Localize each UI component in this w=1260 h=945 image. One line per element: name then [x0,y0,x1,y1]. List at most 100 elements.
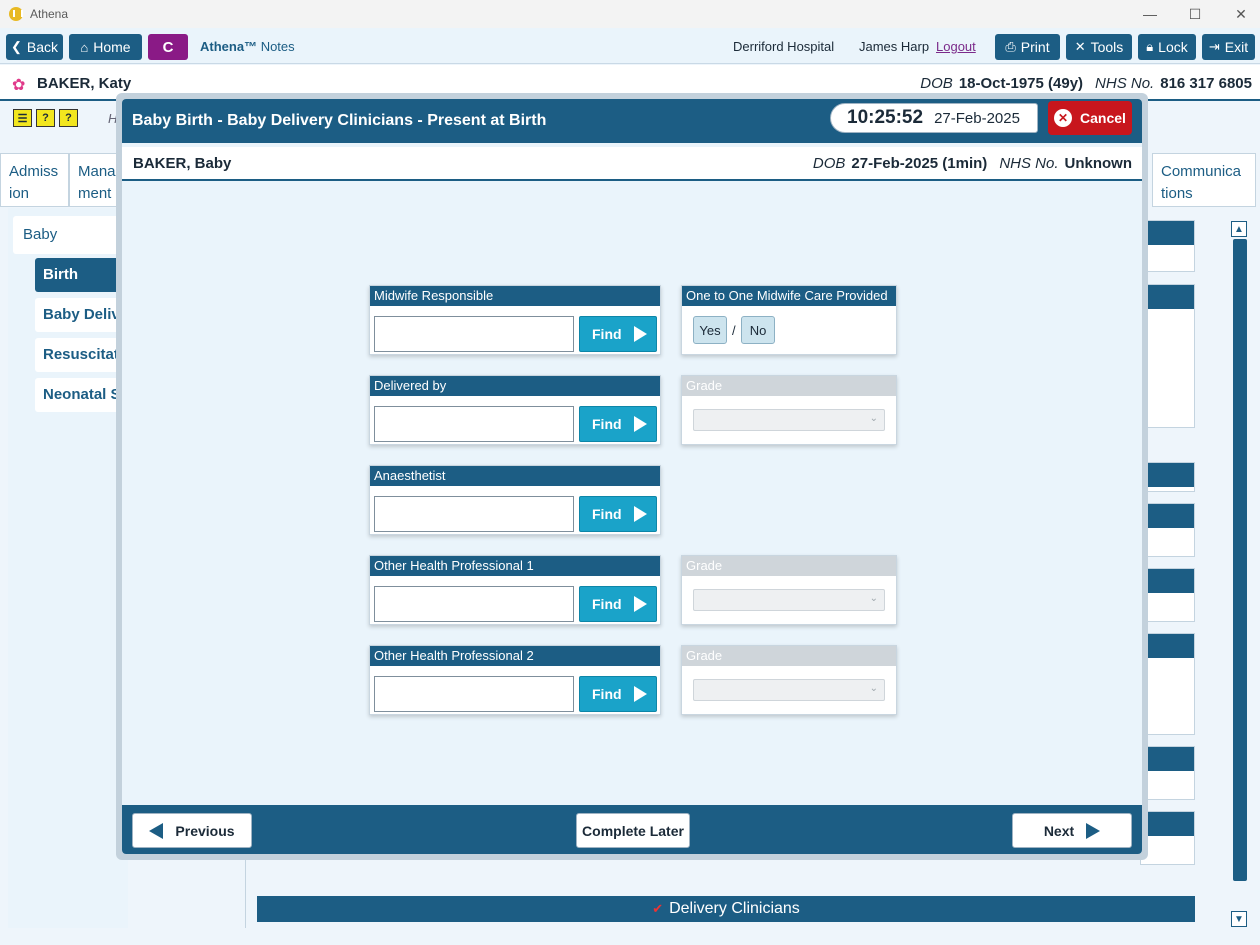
field-label: One to One Midwife Care Provided [682,286,896,306]
midwife-responsible-input[interactable] [374,316,574,352]
athena-logo-icon [9,7,23,21]
modal-footer: Previous Complete Later Next [122,805,1142,854]
anaesthetist-input[interactable] [374,496,574,532]
play-arrow-icon [633,686,647,702]
sidebar-item-neonatal[interactable]: Neonatal Summary [35,378,125,412]
section-title: Delivery Clinicians [669,900,800,917]
anaesthetist-card: Anaesthetist Find [369,465,661,535]
scroll-thumb[interactable] [1233,239,1247,881]
home-button[interactable]: ⌂ Home [69,34,142,60]
print-button[interactable]: ⎙ Print [995,34,1060,60]
minimize-button[interactable]: — [1140,4,1160,24]
background-panel [1140,746,1195,800]
previous-button[interactable]: Previous [132,813,252,848]
clock-time: 10:25:52 [847,107,924,128]
tools-icon: ✕ [1074,39,1086,54]
question-icon[interactable]: ? [59,109,78,127]
background-panel [1140,811,1195,865]
background-panel [1140,568,1195,622]
other-health-professional-2-input[interactable] [374,676,574,712]
modal-header: Baby Birth - Baby Delivery Clinicians - … [122,99,1142,143]
arrow-left-icon [149,822,164,839]
find-other-1-button[interactable]: Find [579,586,657,622]
chevron-down-icon: ⌄ [869,593,878,604]
play-arrow-icon [633,326,647,342]
exit-button[interactable]: ⇥ Exit [1202,34,1255,60]
play-arrow-icon [633,596,647,612]
field-label: Grade [682,376,896,396]
clock-display: 10:25:52 27-Feb-2025 [830,103,1038,133]
tools-button[interactable]: ✕ Tools [1066,34,1132,60]
back-button[interactable]: ❮ Back [6,34,63,60]
no-button[interactable]: No [741,316,775,344]
baby-name: BAKER, Baby [133,155,232,172]
play-arrow-icon [633,506,647,522]
other-health-professional-1-input[interactable] [374,586,574,622]
background-panel [1140,633,1195,735]
user-name: James Harp [859,39,930,54]
baby-dob: 27-Feb-2025 (1min) [851,155,988,172]
printer-icon: ⎙ [1005,39,1016,54]
background-panel [1140,462,1195,492]
baby-info: DOB 27-Feb-2025 (1min) NHS No. Unknown [813,155,1132,172]
grade-other-1-select[interactable]: ⌄ [693,589,885,611]
scroll-down-icon[interactable]: ▼ [1231,911,1247,927]
background-panel [1140,220,1195,272]
grade-delivered-select[interactable]: ⌄ [693,409,885,431]
field-label: Other Health Professional 2 [370,646,660,666]
maximize-button[interactable]: ☐ [1185,4,1205,24]
find-delivered-by-button[interactable]: Find [579,406,657,442]
patient-info: DOB 18-Oct-1975 (49y) NHS No. 816 317 6805 [920,75,1252,92]
chevron-left-icon: ❮ [10,39,22,54]
grade-other-1-card: Grade ⌄ [681,555,897,625]
exit-icon: ⇥ [1208,39,1220,54]
background-section-header: ✔ Delivery Clinicians [257,896,1195,922]
find-midwife-button[interactable]: Find [579,316,657,352]
delivered-by-input[interactable] [374,406,574,442]
scrollbar[interactable]: ▲ ▼ [1231,221,1247,929]
brand-title: Athena™ Notes [200,39,295,54]
c-button[interactable]: C [148,34,188,60]
one-to-one-card: One to One Midwife Care Provided Yes / N… [681,285,897,355]
complete-later-button[interactable]: Complete Later [576,813,690,848]
yes-button[interactable]: Yes [693,316,727,344]
baby-banner: BAKER, Baby DOB 27-Feb-2025 (1min) NHS No.… [122,147,1142,181]
midwife-responsible-card: Midwife Responsible Find [369,285,661,355]
grade-other-2-select[interactable]: ⌄ [693,679,885,701]
patient-nhs: 816 317 6805 [1160,75,1252,92]
scroll-up-icon[interactable]: ▲ [1231,221,1247,237]
field-label: Midwife Responsible [370,286,660,306]
grade-other-2-card: Grade ⌄ [681,645,897,715]
sidebar-item-resuscitation[interactable]: Resuscitation [35,338,125,372]
find-other-2-button[interactable]: Find [579,676,657,712]
sidebar-item-birth[interactable]: Birth [35,258,125,292]
cancel-button[interactable]: ✕ Cancel [1048,101,1132,135]
alert-icons: ☰ ? ? [13,109,78,127]
sidebar-item-baby-delivery[interactable]: Baby Delivery Clinicians [35,298,125,332]
modal-dialog: Baby Birth - Baby Delivery Clinicians - … [116,93,1148,860]
grade-delivered-card: Grade ⌄ [681,375,897,445]
tab-communications[interactable]: Communica tions [1152,153,1256,207]
brand-name: Athena™ [200,39,258,54]
home-icon: ⌂ [80,39,89,55]
logout-link[interactable]: Logout [936,39,976,54]
question-icon[interactable]: ? [36,109,55,127]
field-label: Other Health Professional 1 [370,556,660,576]
sidebar-section-baby[interactable]: Baby [13,216,123,254]
clock-date: 27-Feb-2025 [934,109,1020,127]
brand-suffix: Notes [260,39,295,54]
lock-button[interactable]: 🔒︎ Lock [1138,34,1196,60]
baby-nhs-label: NHS No. [999,155,1059,172]
dob-label: DOB [920,75,953,92]
baby-dob-label: DOB [812,155,846,172]
tab-admission[interactable]: Admiss ion [0,153,69,207]
next-button[interactable]: Next [1012,813,1132,848]
alert-icon[interactable]: ☰ [13,109,32,127]
chevron-down-icon: ⌄ [869,413,878,424]
background-panel [1140,284,1195,428]
close-window-button[interactable]: ✕ [1231,4,1251,24]
arrow-right-icon [1086,822,1101,839]
find-anaesthetist-button[interactable]: Find [579,496,657,532]
play-arrow-icon [633,416,647,432]
close-circle-icon: ✕ [1054,109,1073,127]
